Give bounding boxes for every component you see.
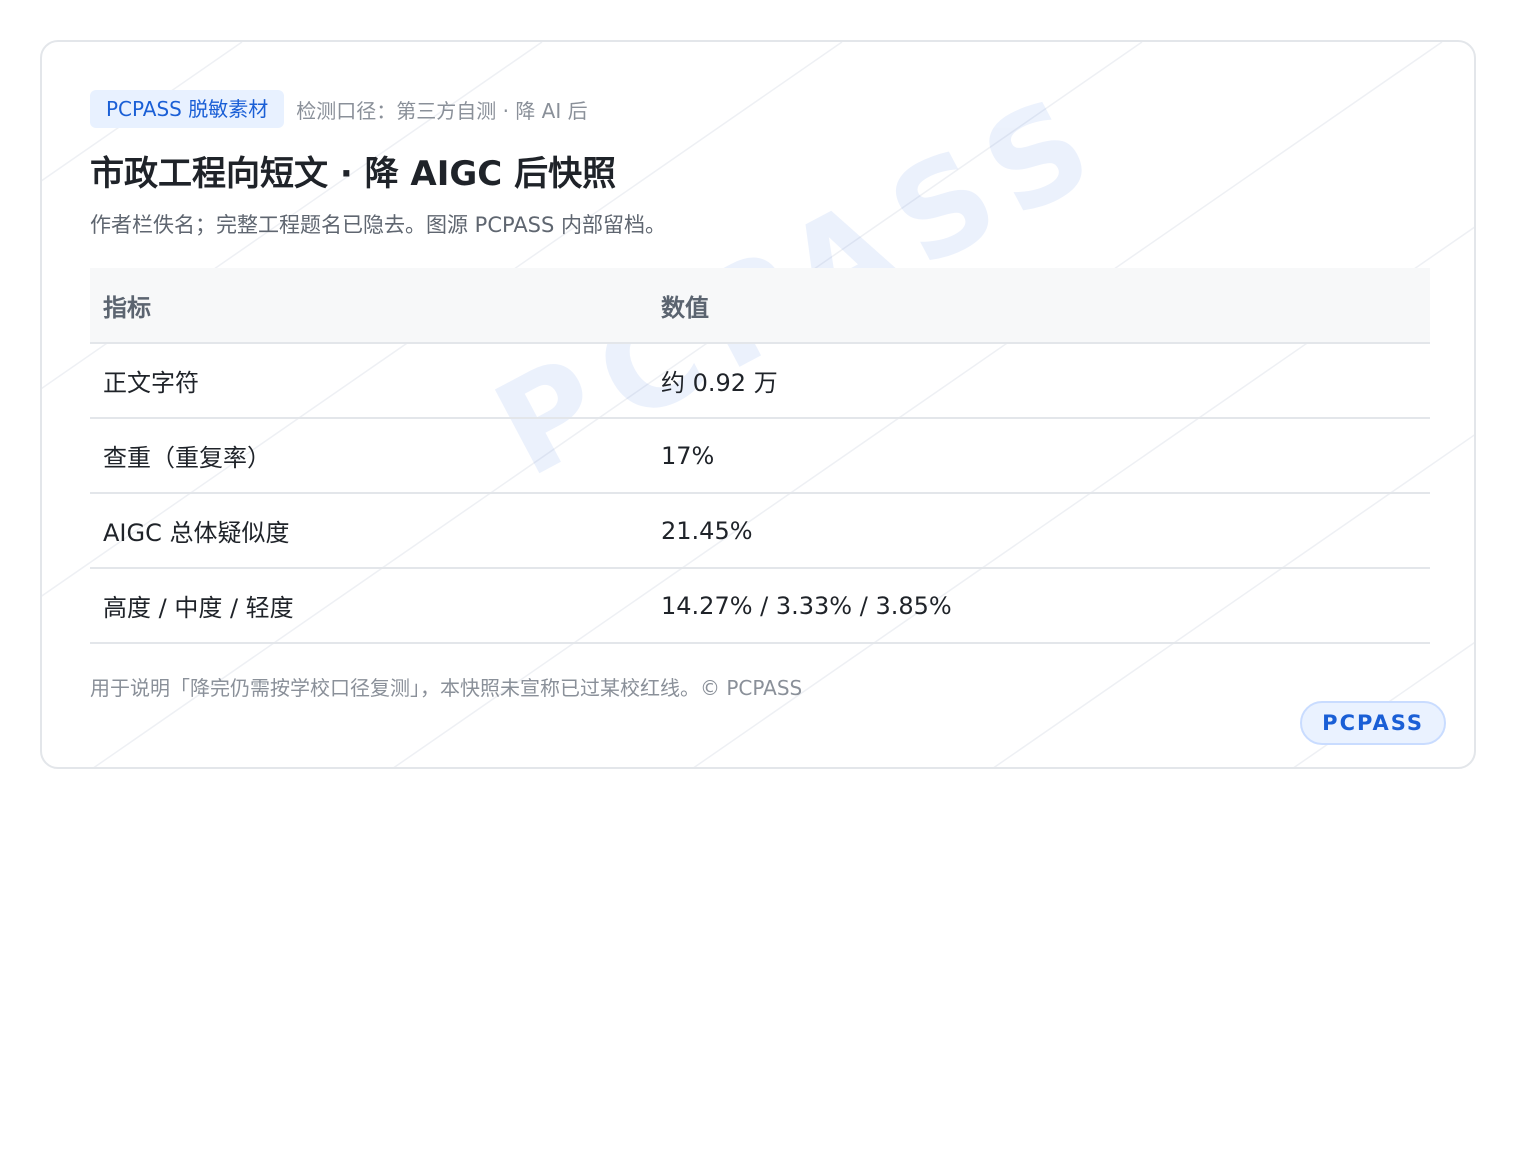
column-header-metric: 指标 — [90, 268, 648, 344]
page-title: 市政工程向短文 · 降 AIGC 后快照 — [90, 154, 617, 194]
card-content: PCPASS 脱敏素材 检测口径：第三方自测 · 降 AI 后 市政工程向短文 … — [90, 90, 1430, 701]
table-row: 高度 / 中度 / 轻度 14.27% / 3.33% / 3.85% — [90, 568, 1430, 644]
page-subtitle: 作者栏佚名；完整工程题名已隐去。图源 PCPASS 内部留档。 — [90, 213, 667, 237]
metric-cell: AIGC 总体疑似度 — [90, 493, 648, 569]
brand-badge: PCPASS — [1300, 701, 1446, 745]
value-cell: 14.27% / 3.33% / 3.85% — [648, 568, 1430, 644]
metric-cell: 查重（重复率） — [90, 418, 648, 494]
table-row: 正文字符 约 0.92 万 — [90, 343, 1430, 419]
value-cell: 17% — [648, 418, 1430, 494]
column-header-value: 数值 — [648, 268, 1430, 344]
metrics-table: 指标 数值 正文字符 约 0.92 万 查重（重复率） 17% AIGC 总体疑… — [90, 268, 1430, 644]
metric-cell: 高度 / 中度 / 轻度 — [90, 568, 648, 644]
table-header-row: 指标 数值 — [90, 268, 1430, 344]
footnote: 用于说明「降完仍需按学校口径复测」，本快照未宣称已过某校红线。© PCPASS — [90, 676, 803, 700]
source-badge: PCPASS 脱敏素材 — [90, 90, 285, 128]
table-row: 查重（重复率） 17% — [90, 418, 1430, 494]
meta-row: PCPASS 脱敏素材 检测口径：第三方自测 · 降 AI 后 — [90, 90, 1430, 128]
table-row: AIGC 总体疑似度 21.45% — [90, 493, 1430, 569]
snapshot-card: PCPASS PCPASS 脱敏素材 检测口径：第三方自测 · 降 AI 后 市… — [40, 40, 1476, 769]
value-cell: 约 0.92 万 — [648, 343, 1430, 419]
value-cell: 21.45% — [648, 493, 1430, 569]
detection-scope: 检测口径：第三方自测 · 降 AI 后 — [296, 98, 588, 123]
metric-cell: 正文字符 — [90, 343, 648, 419]
